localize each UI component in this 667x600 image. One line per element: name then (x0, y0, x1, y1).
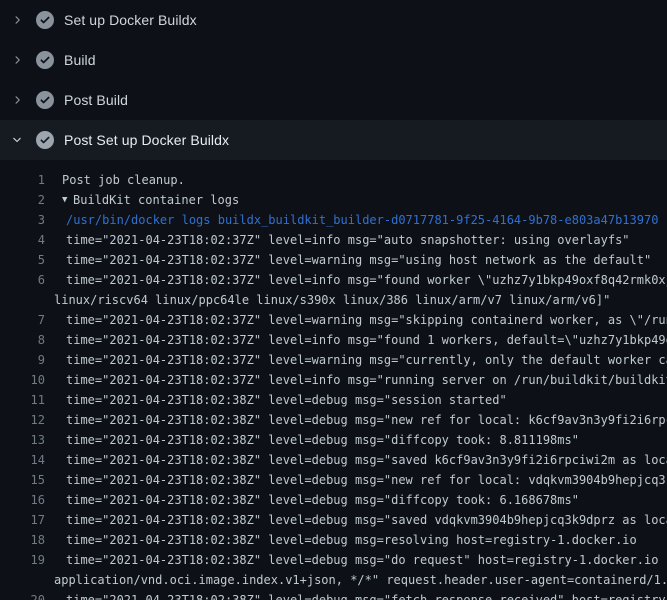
chevron-down-icon[interactable] (11, 134, 23, 146)
line-number[interactable]: 16 (0, 490, 45, 510)
step-header-post-set-up-docker-buildx[interactable]: Post Set up Docker Buildx (0, 120, 667, 160)
log-line: 2 ▼BuildKit container logs (0, 190, 667, 210)
log-line: 4 time="2021-04-23T18:02:37Z" level=info … (0, 230, 667, 250)
line-number[interactable]: 12 (0, 410, 45, 430)
log-text: time="2021-04-23T18:02:38Z" level=debug … (66, 430, 579, 450)
log-text: time="2021-04-23T18:02:38Z" level=debug … (66, 450, 667, 470)
line-number[interactable]: 13 (0, 430, 45, 450)
log-text: time="2021-04-23T18:02:37Z" level=warnin… (66, 310, 667, 330)
log-line: 12 time="2021-04-23T18:02:38Z" level=debu… (0, 410, 667, 430)
check-circle-icon (36, 91, 54, 109)
line-number[interactable]: 2 (0, 190, 45, 210)
step-header-build[interactable]: Build (0, 40, 667, 80)
log-line: 6 time="2021-04-23T18:02:37Z" level=info … (0, 270, 667, 290)
step-header-post-build[interactable]: Post Build (0, 80, 667, 120)
chevron-right-icon[interactable] (11, 94, 23, 106)
check-circle-icon (36, 131, 54, 149)
line-number[interactable]: 4 (0, 230, 45, 250)
step-label: Post Set up Docker Buildx (64, 132, 229, 148)
step-header-set-up-docker-buildx[interactable]: Set up Docker Buildx (0, 0, 667, 40)
log-text: time="2021-04-23T18:02:37Z" level=warnin… (66, 250, 651, 270)
log-line: 14 time="2021-04-23T18:02:38Z" level=debu… (0, 450, 667, 470)
chevron-right-icon[interactable] (11, 14, 23, 26)
log-text: Post job cleanup. (62, 170, 185, 190)
log-text: time="2021-04-23T18:02:38Z" level=debug … (66, 490, 579, 510)
line-number[interactable]: 6 (0, 270, 45, 290)
line-number[interactable]: 15 (0, 470, 45, 490)
log-line-continuation: linux/riscv64 linux/ppc64le linux/s390x … (0, 290, 667, 310)
actions-log-viewer: Set up Docker Buildx Build Post Build Post … (0, 0, 667, 600)
line-number[interactable]: 18 (0, 530, 45, 550)
group-collapse-triangle-icon[interactable]: ▼ (62, 190, 73, 210)
line-number[interactable]: 20 (0, 590, 45, 600)
log-line: 19 time="2021-04-23T18:02:38Z" level=debu… (0, 550, 667, 570)
log-text: time="2021-04-23T18:02:37Z" level=info m… (66, 370, 667, 390)
log-text: time="2021-04-23T18:02:38Z" level=debug … (66, 410, 667, 430)
log-text: application/vnd.oci.image.index.v1+json,… (54, 570, 667, 590)
line-number[interactable]: 8 (0, 330, 45, 350)
log-text: time="2021-04-23T18:02:38Z" level=debug … (66, 590, 667, 600)
log-line: 16 time="2021-04-23T18:02:38Z" level=debu… (0, 490, 667, 510)
log-line: 11 time="2021-04-23T18:02:38Z" level=debu… (0, 390, 667, 410)
log-line: 7 time="2021-04-23T18:02:37Z" level=warni… (0, 310, 667, 330)
log-line: 9 time="2021-04-23T18:02:37Z" level=warni… (0, 350, 667, 370)
line-number[interactable]: 19 (0, 550, 45, 570)
line-number[interactable]: 3 (0, 210, 45, 230)
log-text: time="2021-04-23T18:02:37Z" level=info m… (66, 230, 630, 250)
log-text: time="2021-04-23T18:02:37Z" level=info m… (66, 330, 667, 350)
log-text: time="2021-04-23T18:02:38Z" level=debug … (66, 470, 667, 490)
log-text: time="2021-04-23T18:02:38Z" level=debug … (66, 530, 637, 550)
log-text: BuildKit container logs (73, 190, 239, 210)
log-text: time="2021-04-23T18:02:38Z" level=debug … (66, 550, 667, 570)
log-line: 20 time="2021-04-23T18:02:38Z" level=debu… (0, 590, 667, 600)
log-text: time="2021-04-23T18:02:37Z" level=warnin… (66, 350, 667, 370)
check-circle-icon (36, 11, 54, 29)
line-number[interactable]: 11 (0, 390, 45, 410)
log-line: 1 Post job cleanup. (0, 170, 667, 190)
log-line: 5 time="2021-04-23T18:02:37Z" level=warni… (0, 250, 667, 270)
log-line: 10 time="2021-04-23T18:02:37Z" level=info… (0, 370, 667, 390)
log-line: 13 time="2021-04-23T18:02:38Z" level=debu… (0, 430, 667, 450)
log-line: 15 time="2021-04-23T18:02:38Z" level=debu… (0, 470, 667, 490)
line-number[interactable]: 5 (0, 250, 45, 270)
log-line: 17 time="2021-04-23T18:02:38Z" level=debu… (0, 510, 667, 530)
log-text: linux/riscv64 linux/ppc64le linux/s390x … (54, 290, 610, 310)
log-text: time="2021-04-23T18:02:38Z" level=debug … (66, 510, 667, 530)
log-text: time="2021-04-23T18:02:37Z" level=info m… (66, 270, 667, 290)
log-line: 18 time="2021-04-23T18:02:38Z" level=debu… (0, 530, 667, 550)
line-number[interactable]: 1 (0, 170, 45, 190)
line-number[interactable]: 7 (0, 310, 45, 330)
log-line: 3/usr/bin/docker logs buildx_buildkit_bu… (0, 210, 667, 230)
log-line-continuation: application/vnd.oci.image.index.v1+json,… (0, 570, 667, 590)
line-number[interactable]: 14 (0, 450, 45, 470)
line-number[interactable]: 9 (0, 350, 45, 370)
step-label: Build (64, 52, 96, 68)
log-area: 1 Post job cleanup. 2 ▼BuildKit container l… (0, 160, 667, 600)
step-label: Set up Docker Buildx (64, 12, 197, 28)
log-text: time="2021-04-23T18:02:38Z" level=debug … (66, 390, 507, 410)
log-command-text: /usr/bin/docker logs buildx_buildkit_bui… (66, 210, 658, 230)
step-label: Post Build (64, 92, 128, 108)
line-number[interactable]: 17 (0, 510, 45, 530)
log-line: 8 time="2021-04-23T18:02:37Z" level=info … (0, 330, 667, 350)
steps-list: Set up Docker Buildx Build Post Build Post … (0, 0, 667, 160)
check-circle-icon (36, 51, 54, 69)
chevron-right-icon[interactable] (11, 54, 23, 66)
line-number[interactable]: 10 (0, 370, 45, 390)
